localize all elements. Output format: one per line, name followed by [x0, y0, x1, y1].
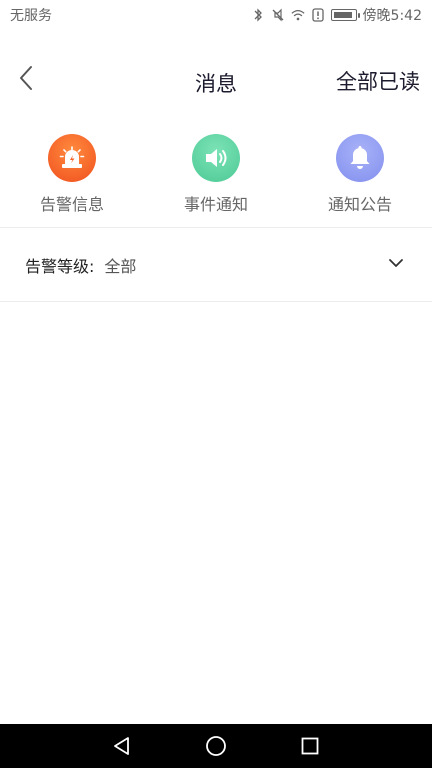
bell-icon [336, 134, 384, 182]
category-alarm[interactable]: 告警信息 [0, 128, 144, 226]
category-row: 告警信息 事件通知 通知公告 [0, 128, 432, 226]
status-icons: 傍晚5:42 [251, 5, 422, 25]
home-circle-icon[interactable] [205, 735, 227, 757]
bluetooth-icon [251, 8, 265, 22]
nav-bar: 消息 全部已读 [0, 48, 432, 112]
recents-square-icon[interactable] [299, 735, 321, 757]
alarm-level-filter[interactable]: 告警等级: 全部 [0, 228, 432, 301]
chevron-down-icon [388, 255, 404, 271]
siren-icon [48, 134, 96, 182]
status-time: 傍晚5:42 [362, 8, 422, 24]
filter-value: 全部 [104, 256, 137, 276]
category-notice[interactable]: 通知公告 [288, 128, 432, 226]
mark-all-read-button[interactable]: 全部已读 [336, 66, 420, 96]
carrier-label: 无服务 [10, 8, 52, 24]
category-notice-label: 通知公告 [327, 195, 392, 214]
category-event-label: 事件通知 [183, 195, 248, 214]
wifi-icon [291, 8, 305, 22]
filter-label: 告警等级: [25, 256, 95, 276]
chevron-left-icon [18, 65, 34, 95]
status-bar: 无服务 傍晚5:42 [0, 0, 432, 30]
speaker-icon [192, 134, 240, 182]
divider-bottom [0, 301, 432, 302]
alert-icon [311, 8, 325, 22]
back-triangle-icon[interactable] [111, 735, 133, 757]
back-button[interactable] [10, 62, 42, 98]
system-navigation-bar [0, 724, 432, 768]
category-alarm-label: 告警信息 [39, 195, 104, 214]
mute-icon [271, 8, 285, 22]
category-event[interactable]: 事件通知 [144, 128, 288, 226]
battery-icon [330, 9, 360, 21]
